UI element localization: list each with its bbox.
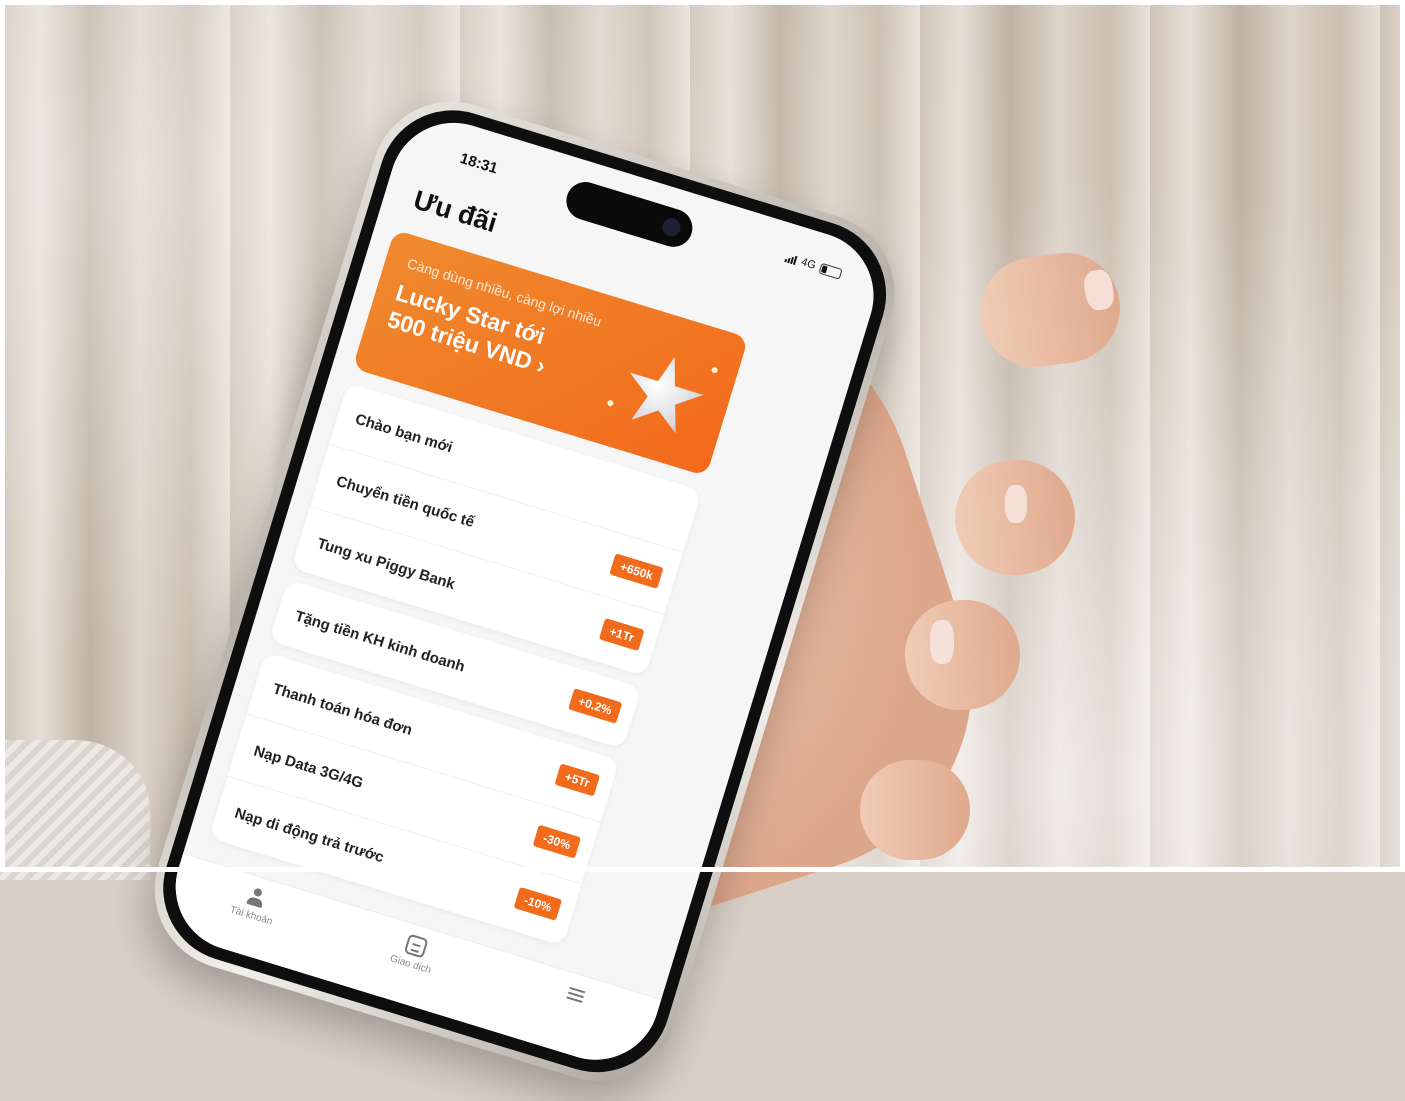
tab-label: Giao dịch	[388, 953, 433, 977]
tab-label: Tài khoản	[228, 904, 274, 928]
menu-icon	[563, 982, 588, 1007]
offer-badge: -10%	[513, 886, 563, 921]
user-icon	[244, 885, 269, 910]
image-border	[0, 0, 1405, 872]
transaction-icon	[403, 933, 429, 959]
